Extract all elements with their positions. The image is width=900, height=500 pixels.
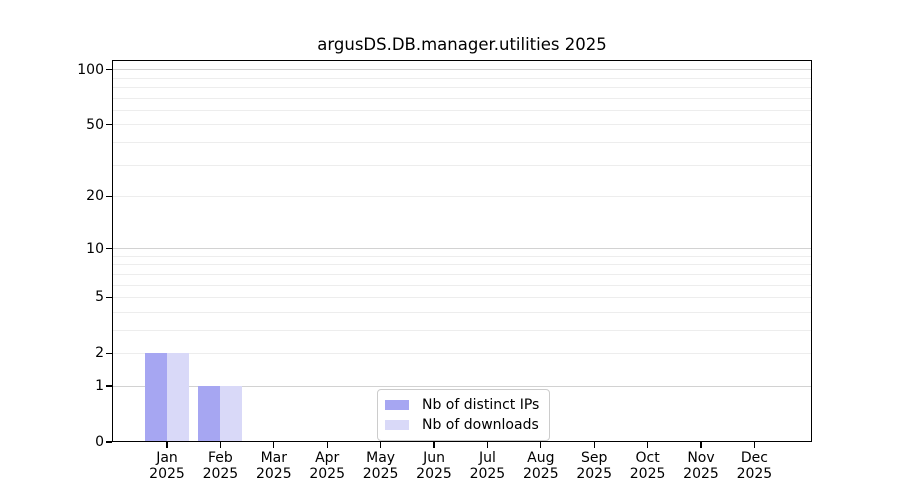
bar-distinct-ips-feb (198, 386, 220, 442)
y-tick-mark (106, 353, 112, 354)
x-tick-mark (594, 442, 595, 448)
gridline-major (112, 69, 812, 70)
legend-swatch-distinct-ips (385, 400, 409, 410)
legend-item-downloads: Nb of downloads (385, 415, 539, 435)
y-tick-mark (106, 124, 112, 125)
gridline-minor (112, 256, 812, 257)
chart-title: argusDS.DB.manager.utilities 2025 (112, 35, 812, 55)
bar-downloads-feb (220, 386, 242, 442)
x-tick-mark (380, 442, 381, 448)
gridline-minor (112, 142, 812, 143)
gridline-minor (112, 87, 812, 88)
y-tick-label: 5 (34, 288, 104, 306)
y-tick-mark (106, 441, 112, 442)
legend-item-distinct-ips: Nb of distinct IPs (385, 395, 539, 415)
x-tick-label: Dec2025 (714, 451, 794, 482)
gridline-minor (112, 165, 812, 166)
y-tick-label: 10 (34, 240, 104, 258)
gridline-minor (112, 285, 812, 286)
legend-swatch-downloads (385, 420, 409, 430)
chart-figure: argusDS.DB.manager.utilities 2025 0 1 2 5 10… (0, 0, 900, 500)
gridline-minor (112, 353, 812, 354)
y-tick-label: 1 (34, 377, 104, 395)
y-tick-mark (106, 196, 112, 197)
gridline-major (112, 248, 812, 249)
gridline-minor (112, 78, 812, 79)
legend-label-downloads: Nb of downloads (422, 417, 539, 433)
gridline-minor (112, 264, 812, 265)
x-tick-mark (487, 442, 488, 448)
y-tick-mark (106, 69, 112, 70)
bar-distinct-ips-jan (145, 353, 167, 442)
gridline-minor (112, 196, 812, 197)
plot-area (112, 60, 812, 442)
x-tick-mark (647, 442, 648, 448)
gridline-minor (112, 330, 812, 331)
y-tick-mark (106, 385, 112, 386)
y-tick-mark (106, 297, 112, 298)
bar-downloads-jan (167, 353, 189, 442)
x-tick-mark (540, 442, 541, 448)
x-tick-mark (433, 442, 434, 448)
gridline-minor (112, 98, 812, 99)
gridline-minor (112, 274, 812, 275)
gridline-minor (112, 297, 812, 298)
y-tick-label: 100 (34, 61, 104, 79)
x-tick-mark (273, 442, 274, 448)
x-tick-mark (327, 442, 328, 448)
y-tick-label: 20 (34, 187, 104, 205)
gridline-minor (112, 124, 812, 125)
x-tick-mark (754, 442, 755, 448)
y-tick-mark (106, 248, 112, 249)
x-tick-mark (220, 442, 221, 448)
gridline-minor (112, 110, 812, 111)
x-tick-mark (700, 442, 701, 448)
y-tick-label: 0 (34, 433, 104, 451)
y-tick-label: 50 (34, 116, 104, 134)
legend-label-distinct-ips: Nb of distinct IPs (422, 397, 539, 413)
x-tick-mark (166, 442, 167, 448)
y-tick-label: 2 (34, 344, 104, 362)
legend: Nb of distinct IPs Nb of downloads (377, 389, 550, 441)
gridline-minor (112, 312, 812, 313)
